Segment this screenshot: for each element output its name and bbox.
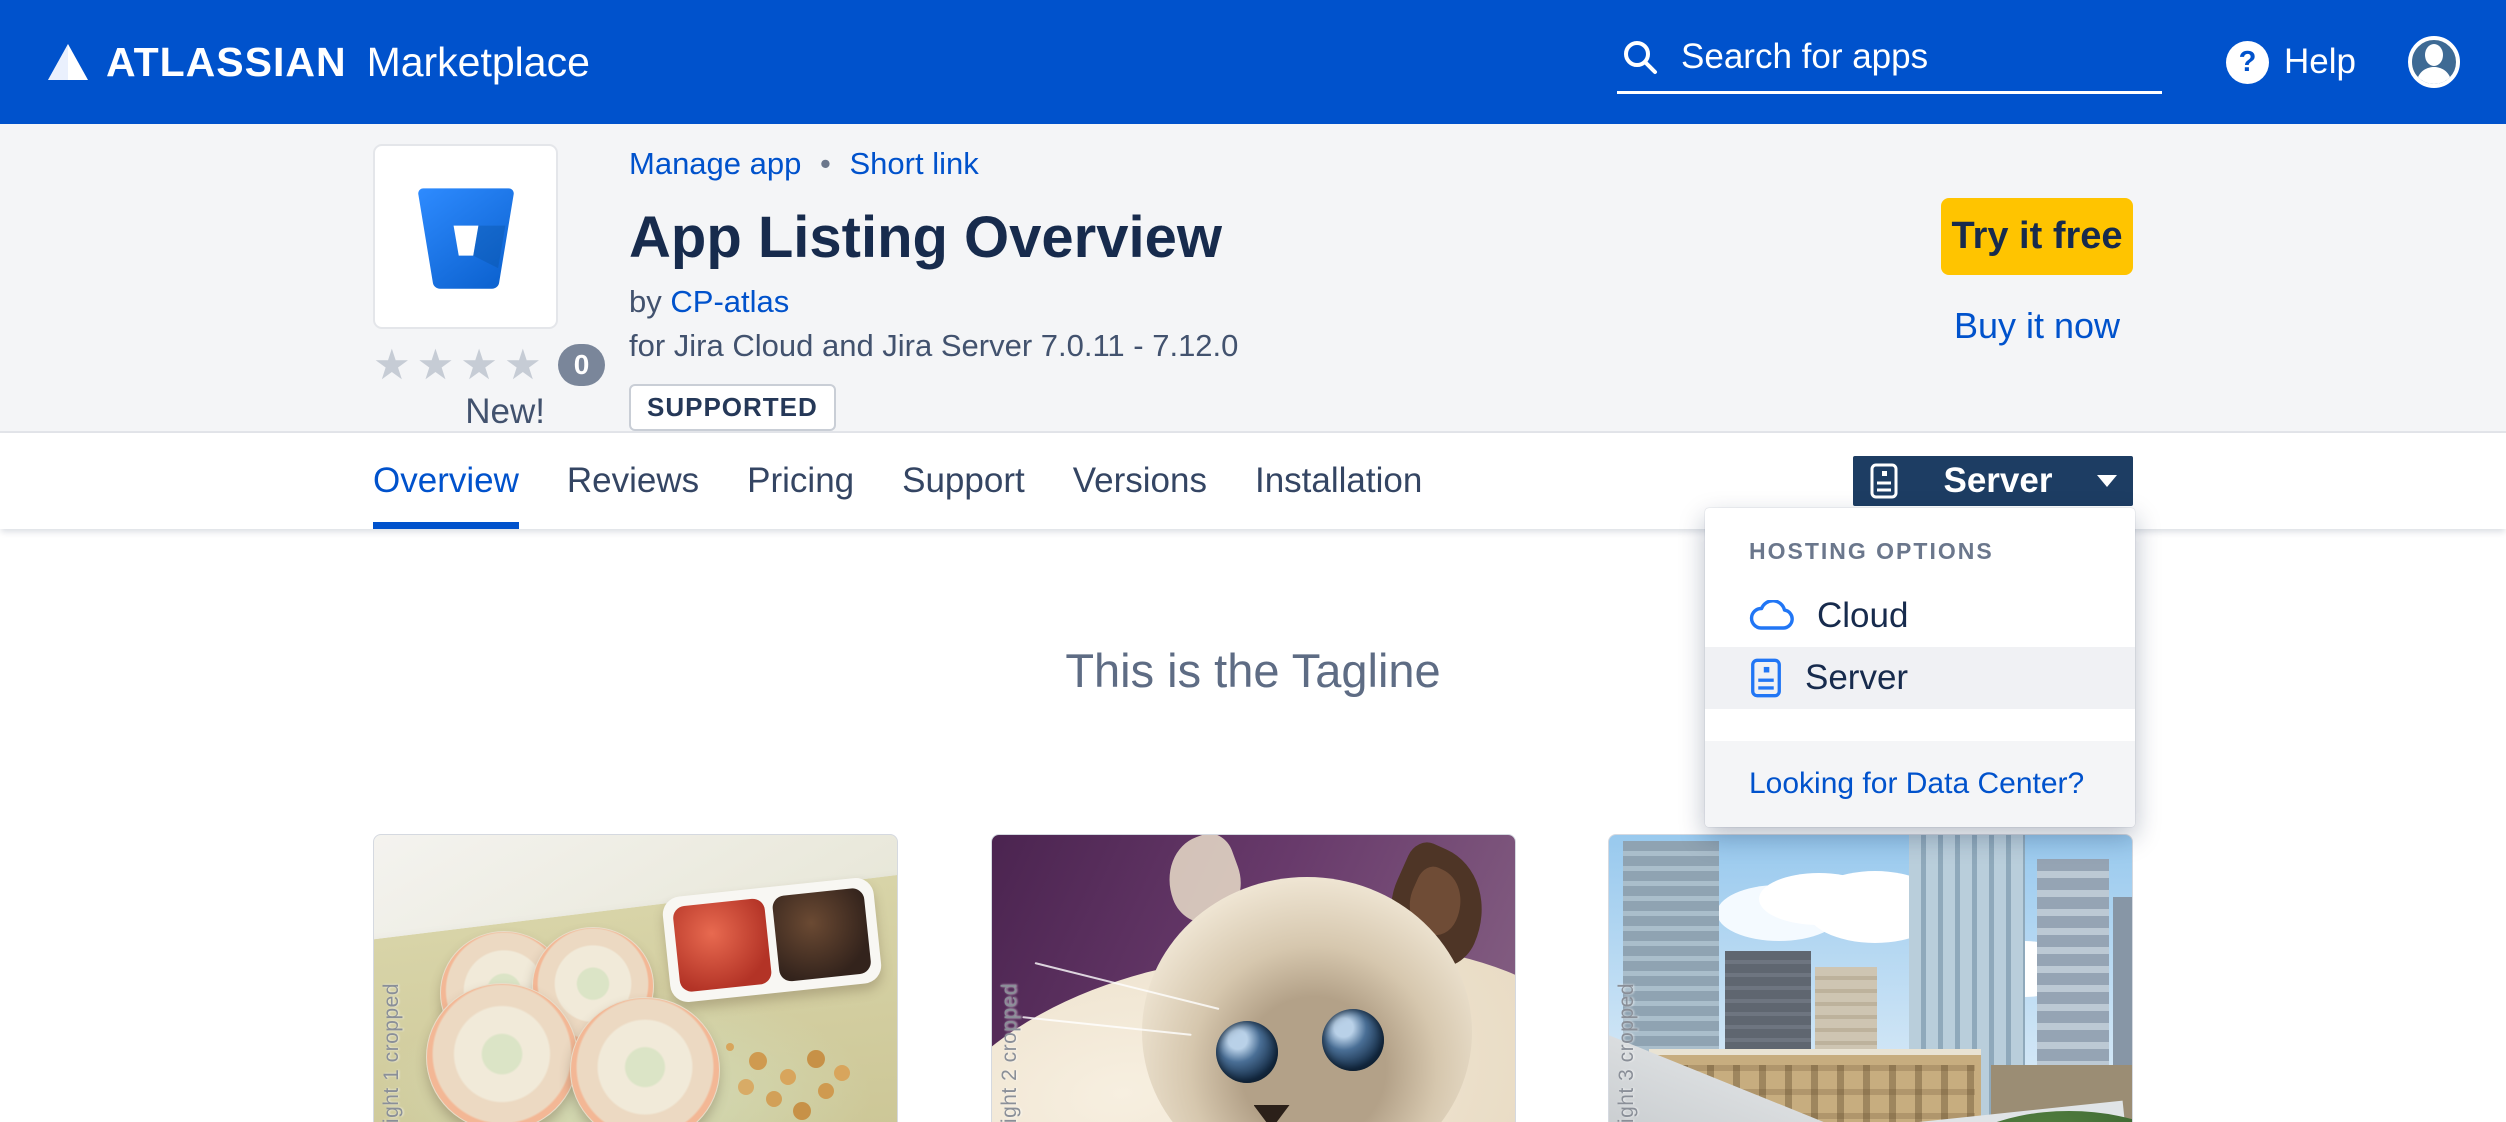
highlight-image-3[interactable]: highlight 3 cropped bbox=[1608, 834, 2133, 1122]
buy-it-now-link[interactable]: Buy it now bbox=[1954, 305, 2120, 347]
compatibility-text: for Jira Cloud and Jira Server 7.0.11 - … bbox=[629, 328, 1238, 364]
brand-secondary: Marketplace bbox=[367, 39, 590, 86]
rating-stars: ★★★★ 0 bbox=[373, 340, 559, 389]
rating-count-badge: 0 bbox=[558, 344, 605, 386]
tab-overview[interactable]: Overview bbox=[373, 433, 519, 529]
top-navigation-bar: ATLASSIAN Marketplace ? Help bbox=[0, 0, 2506, 124]
bitbucket-bucket-icon bbox=[408, 179, 524, 295]
search-input[interactable] bbox=[1681, 37, 2158, 77]
chevron-down-icon bbox=[2097, 475, 2117, 487]
cloud-icon bbox=[1749, 600, 1795, 632]
byline-prefix: by bbox=[629, 284, 662, 319]
app-header-section: ★★★★ 0 New! Manage app • Short link App … bbox=[0, 124, 2506, 433]
tabs: Overview Reviews Pricing Support Version… bbox=[373, 433, 1422, 529]
tab-support[interactable]: Support bbox=[902, 433, 1025, 529]
watermark-label: highlight 1 cropped bbox=[380, 983, 404, 1122]
tab-versions[interactable]: Versions bbox=[1073, 433, 1207, 529]
help-label: Help bbox=[2284, 42, 2356, 82]
new-label: New! bbox=[373, 392, 545, 432]
tab-pricing[interactable]: Pricing bbox=[747, 433, 854, 529]
listing-tab-bar: Overview Reviews Pricing Support Version… bbox=[0, 433, 2506, 529]
dropdown-footer: Looking for Data Center? bbox=[1705, 741, 2135, 827]
user-avatar[interactable] bbox=[2408, 36, 2460, 88]
dropdown-heading: HOSTING OPTIONS bbox=[1705, 532, 2135, 585]
brand-primary: ATLASSIAN bbox=[106, 39, 347, 86]
manage-app-link[interactable]: Manage app bbox=[629, 146, 801, 181]
highlight-image-2[interactable]: highlight 2 cropped bbox=[991, 834, 1516, 1122]
app-search-bar[interactable] bbox=[1617, 31, 2162, 94]
app-links-row: Manage app • Short link bbox=[629, 146, 1238, 182]
highlight-images-row: highlight 1 cropped highlight 2 cropped bbox=[373, 834, 2133, 1122]
atlassian-marketplace-logo[interactable]: ATLASSIAN Marketplace bbox=[46, 39, 590, 86]
watermark-label: highlight 2 cropped bbox=[998, 983, 1022, 1122]
option-label: Server bbox=[1805, 658, 1908, 698]
hosting-options-dropdown: HOSTING OPTIONS Cloud bbox=[1705, 508, 2135, 827]
avatar-icon bbox=[2412, 40, 2456, 84]
byline: by CP-atlas bbox=[629, 284, 1238, 320]
hosting-button-label: Server bbox=[1899, 461, 2097, 501]
hosting-option-cloud[interactable]: Cloud bbox=[1705, 585, 2135, 647]
highlight-image-1[interactable]: highlight 1 cropped bbox=[373, 834, 898, 1122]
sauce-dish-shape bbox=[661, 876, 883, 1004]
vendor-link[interactable]: CP-atlas bbox=[670, 284, 789, 319]
watermark-label: highlight 3 cropped bbox=[1615, 983, 1639, 1122]
server-icon bbox=[1749, 657, 1783, 699]
link-separator: • bbox=[820, 146, 831, 181]
app-logo-card bbox=[373, 144, 558, 329]
page-title: App Listing Overview bbox=[629, 206, 1238, 270]
marketplace-app-listing-page: ATLASSIAN Marketplace ? Help bbox=[0, 0, 2506, 1122]
hosting-dropdown-button[interactable]: Server bbox=[1853, 456, 2133, 506]
supported-badge: SUPPORTED bbox=[629, 384, 836, 431]
tab-reviews[interactable]: Reviews bbox=[567, 433, 699, 529]
try-it-free-button[interactable]: Try it free bbox=[1941, 198, 2133, 275]
short-link[interactable]: Short link bbox=[849, 146, 978, 181]
dropdown-spacer bbox=[1705, 709, 2135, 741]
hosting-option-server[interactable]: Server bbox=[1705, 647, 2135, 709]
help-icon: ? bbox=[2226, 41, 2269, 84]
star-icons: ★★★★ bbox=[373, 341, 548, 388]
server-icon bbox=[1869, 462, 1899, 500]
search-icon bbox=[1621, 38, 1659, 76]
data-center-link[interactable]: Looking for Data Center? bbox=[1749, 767, 2084, 800]
option-label: Cloud bbox=[1817, 596, 1908, 636]
tab-installation[interactable]: Installation bbox=[1255, 433, 1422, 529]
atlassian-logo-icon bbox=[46, 42, 90, 82]
help-button[interactable]: ? Help bbox=[2226, 41, 2356, 84]
